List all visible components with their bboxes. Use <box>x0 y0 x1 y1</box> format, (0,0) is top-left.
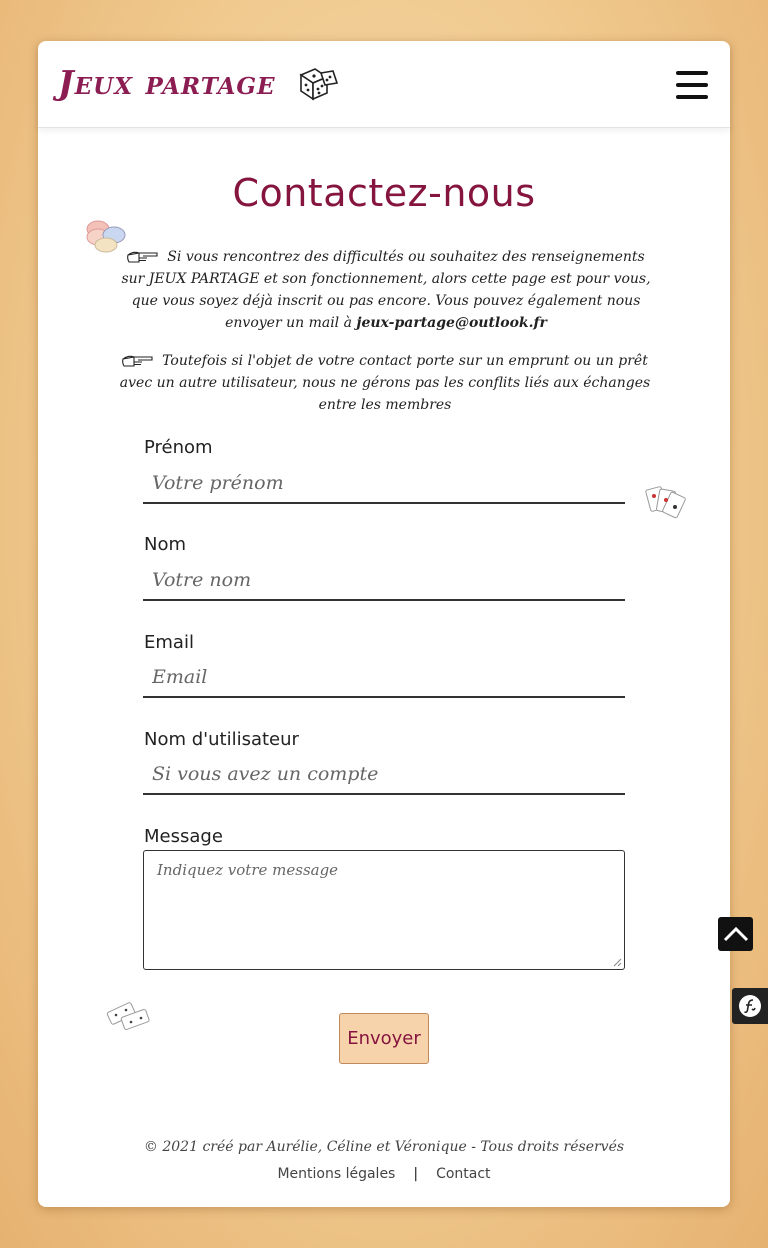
email-input[interactable] <box>143 658 625 698</box>
hamburger-bar <box>676 71 708 75</box>
chevron-up-icon <box>723 926 748 942</box>
dice-icon <box>299 68 339 101</box>
footer-links: Mentions légales | Contact <box>38 1166 730 1182</box>
footer-separator: | <box>413 1166 419 1182</box>
symfony-logo-icon <box>739 995 761 1017</box>
page-title: Contactez-nous <box>232 171 536 215</box>
hamburger-bar <box>676 95 708 99</box>
main-card: Jeux partage Contactez-nous Si vous renc… <box>38 41 730 1207</box>
notice-text: Toutefois si l'objet de votre contact po… <box>119 353 651 413</box>
message-textarea[interactable] <box>143 850 625 970</box>
brand-logo-text[interactable]: Jeux partage <box>58 63 276 102</box>
resize-grip-icon[interactable] <box>612 957 622 967</box>
submit-button[interactable]: Envoyer <box>339 1013 429 1064</box>
email-label: Email <box>144 632 194 653</box>
firstname-label: Prénom <box>144 437 213 458</box>
notice-paragraph: Toutefois si l'objet de votre contact po… <box>110 350 660 416</box>
hamburger-bar <box>676 83 708 87</box>
firstname-input[interactable] <box>143 464 625 504</box>
lastname-input[interactable] <box>143 561 625 601</box>
pointing-hand-icon <box>122 355 153 367</box>
contact-link[interactable]: Contact <box>436 1166 490 1182</box>
email-link[interactable]: jeux-partage@outlook.fr <box>356 315 546 331</box>
pointing-hand-icon <box>127 251 158 263</box>
hamburger-menu-icon[interactable] <box>676 71 708 99</box>
username-input[interactable] <box>143 755 625 795</box>
lastname-label: Nom <box>144 534 187 555</box>
navbar: Jeux partage <box>38 41 730 128</box>
symfony-toolbar-toggle[interactable] <box>732 988 768 1024</box>
legal-notice-link[interactable]: Mentions légales <box>277 1166 395 1182</box>
intro-paragraph: Si vous rencontrez des difficultés ou so… <box>116 246 656 334</box>
scroll-to-top-button[interactable] <box>718 917 753 951</box>
dominoes-icon <box>106 1002 150 1030</box>
username-label: Nom d'utilisateur <box>144 729 299 750</box>
copyright-text: © 2021 créé par Aurélie, Céline et Véron… <box>143 1139 625 1155</box>
playing-cards-icon <box>645 486 686 519</box>
message-label: Message <box>144 826 223 847</box>
